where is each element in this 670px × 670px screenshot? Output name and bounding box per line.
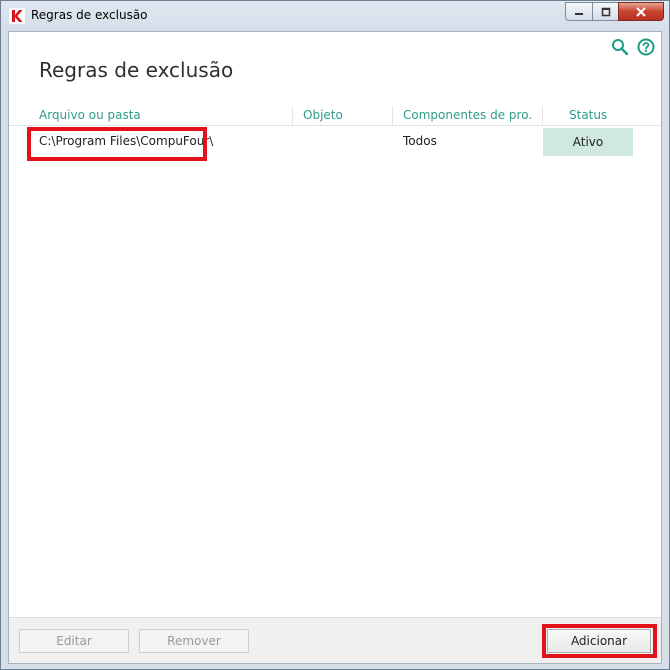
- close-icon: [636, 6, 646, 17]
- minimize-icon: [575, 12, 583, 15]
- kaspersky-k-icon: [9, 8, 25, 24]
- close-button[interactable]: [618, 2, 664, 21]
- table-header: Arquivo ou pasta Objeto Componentes de p…: [9, 106, 661, 126]
- caption-buttons: [565, 2, 664, 21]
- row-components: Todos: [403, 134, 437, 148]
- search-icon[interactable]: [611, 38, 629, 56]
- maximize-button[interactable]: [592, 2, 618, 21]
- row-status: Ativo: [572, 135, 604, 149]
- column-header-file-or-folder[interactable]: Arquivo ou pasta: [39, 108, 141, 122]
- add-button-highlight-box: [542, 624, 657, 658]
- header-tools: [611, 38, 655, 56]
- title-bar[interactable]: Regras de exclusão: [1, 1, 669, 31]
- maximize-icon: [601, 7, 610, 16]
- remove-button[interactable]: Remover: [139, 629, 249, 653]
- column-header-object[interactable]: Objeto: [303, 108, 343, 122]
- edit-button[interactable]: Editar: [19, 629, 129, 653]
- path-highlight-box: [27, 127, 207, 161]
- help-icon[interactable]: [637, 38, 655, 56]
- column-divider: [542, 106, 543, 126]
- page-title: Regras de exclusão: [39, 58, 234, 82]
- window-title: Regras de exclusão: [31, 8, 148, 22]
- footer-bar: Editar Remover Adicionar: [9, 617, 661, 663]
- column-header-status[interactable]: Status: [569, 108, 607, 122]
- column-divider: [392, 106, 393, 126]
- client-area: Regras de exclusão Arquivo ou pasta Obje…: [8, 31, 662, 664]
- app-window: Regras de exclusão Regras de exclusão Ar…: [0, 0, 670, 670]
- column-header-components[interactable]: Componentes de pro...: [403, 108, 533, 122]
- minimize-button[interactable]: [565, 2, 592, 21]
- status-badge: Ativo: [543, 128, 633, 156]
- column-divider: [292, 106, 293, 126]
